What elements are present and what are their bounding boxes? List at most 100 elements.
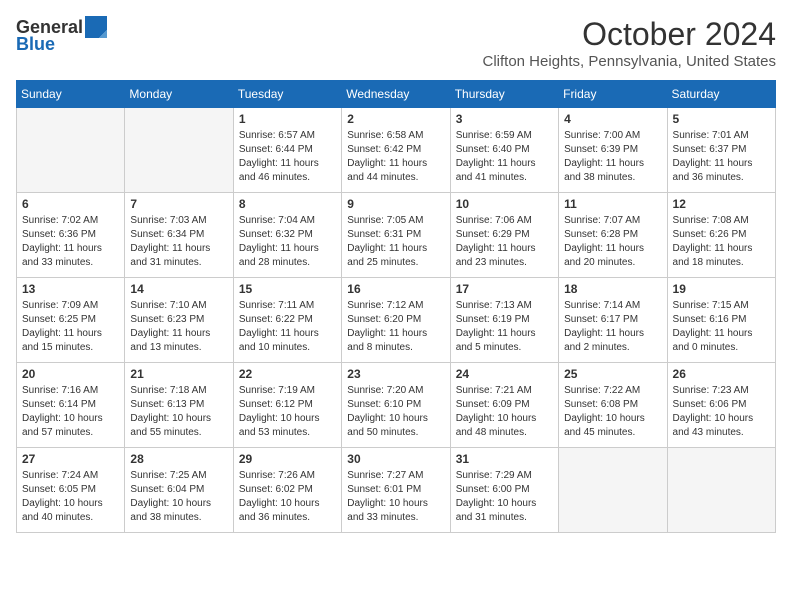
day-info: Sunrise: 7:02 AMSunset: 6:36 PMDaylight:… bbox=[22, 214, 119, 270]
calendar-week-row: 20 Sunrise: 7:16 AMSunset: 6:14 PMDayligh… bbox=[17, 363, 776, 448]
day-number: 7 bbox=[130, 197, 227, 211]
day-info: Sunrise: 7:03 AMSunset: 6:34 PMDaylight:… bbox=[130, 214, 227, 270]
calendar-cell: 10 Sunrise: 7:06 AMSunset: 6:29 PMDayligh… bbox=[450, 193, 558, 278]
calendar-cell: 11 Sunrise: 7:07 AMSunset: 6:28 PMDayligh… bbox=[559, 193, 667, 278]
calendar-cell: 2Sunrise: 6:58 AMSunset: 6:42 PMDaylight… bbox=[342, 108, 450, 193]
day-number: 4 bbox=[564, 112, 661, 126]
day-info: Sunrise: 7:24 AMSunset: 6:05 PMDaylight:… bbox=[22, 469, 119, 525]
day-info: Sunrise: 7:15 AMSunset: 6:16 PMDaylight:… bbox=[673, 299, 770, 355]
calendar-cell: 4 Sunrise: 7:00 AMSunset: 6:39 PMDaylight… bbox=[559, 108, 667, 193]
calendar-cell: 17 Sunrise: 7:13 AMSunset: 6:19 PMDayligh… bbox=[450, 278, 558, 363]
calendar-cell: 15 Sunrise: 7:11 AMSunset: 6:22 PMDayligh… bbox=[233, 278, 341, 363]
day-number: 31 bbox=[456, 452, 553, 466]
day-info: Sunrise: 7:00 AMSunset: 6:39 PMDaylight:… bbox=[564, 129, 661, 185]
weekday-header: Tuesday bbox=[233, 81, 341, 108]
day-number: 24 bbox=[456, 367, 553, 381]
day-number: 28 bbox=[130, 452, 227, 466]
calendar-cell: 28Sunrise: 7:25 AMSunset: 6:04 PMDayligh… bbox=[125, 448, 233, 533]
calendar-cell: 25 Sunrise: 7:22 AMSunset: 6:08 PMDayligh… bbox=[559, 363, 667, 448]
calendar-cell: 9 Sunrise: 7:05 AMSunset: 6:31 PMDaylight… bbox=[342, 193, 450, 278]
day-number: 11 bbox=[564, 197, 661, 211]
calendar-cell bbox=[125, 108, 233, 193]
day-number: 19 bbox=[673, 282, 770, 296]
day-info: Sunrise: 7:19 AMSunset: 6:12 PMDaylight:… bbox=[239, 384, 336, 440]
calendar-header: SundayMondayTuesdayWednesdayThursdayFrid… bbox=[17, 81, 776, 108]
day-number: 17 bbox=[456, 282, 553, 296]
calendar-cell: 5 Sunrise: 7:01 AMSunset: 6:37 PMDaylight… bbox=[667, 108, 775, 193]
calendar-cell: 12Sunrise: 7:08 AMSunset: 6:26 PMDayligh… bbox=[667, 193, 775, 278]
day-number: 23 bbox=[347, 367, 444, 381]
calendar-cell: 8 Sunrise: 7:04 AMSunset: 6:32 PMDaylight… bbox=[233, 193, 341, 278]
title-section: October 2024 Clifton Heights, Pennsylvan… bbox=[483, 16, 777, 70]
day-number: 1 bbox=[239, 112, 336, 126]
day-info: Sunrise: 7:27 AMSunset: 6:01 PMDaylight:… bbox=[347, 469, 444, 525]
day-number: 15 bbox=[239, 282, 336, 296]
day-number: 25 bbox=[564, 367, 661, 381]
day-number: 29 bbox=[239, 452, 336, 466]
day-info: Sunrise: 7:01 AMSunset: 6:37 PMDaylight:… bbox=[673, 129, 770, 185]
calendar-cell: 30 Sunrise: 7:27 AMSunset: 6:01 PMDayligh… bbox=[342, 448, 450, 533]
day-info: Sunrise: 6:58 AMSunset: 6:42 PMDaylight:… bbox=[347, 129, 444, 185]
calendar-cell: 14Sunrise: 7:10 AMSunset: 6:23 PMDayligh… bbox=[125, 278, 233, 363]
day-info: Sunrise: 7:11 AMSunset: 6:22 PMDaylight:… bbox=[239, 299, 336, 355]
weekday-header: Wednesday bbox=[342, 81, 450, 108]
calendar-cell: 18 Sunrise: 7:14 AMSunset: 6:17 PMDayligh… bbox=[559, 278, 667, 363]
day-number: 27 bbox=[22, 452, 119, 466]
logo-blue-text: Blue bbox=[16, 34, 55, 55]
day-number: 10 bbox=[456, 197, 553, 211]
day-info: Sunrise: 7:04 AMSunset: 6:32 PMDaylight:… bbox=[239, 214, 336, 270]
day-number: 3 bbox=[456, 112, 553, 126]
day-number: 20 bbox=[22, 367, 119, 381]
day-number: 6 bbox=[22, 197, 119, 211]
weekday-header: Friday bbox=[559, 81, 667, 108]
day-info: Sunrise: 6:59 AMSunset: 6:40 PMDaylight:… bbox=[456, 129, 553, 185]
page-header: General Blue October 2024 Clifton Height… bbox=[16, 16, 776, 70]
calendar-table: SundayMondayTuesdayWednesdayThursdayFrid… bbox=[16, 80, 776, 533]
day-number: 21 bbox=[130, 367, 227, 381]
day-info: Sunrise: 7:05 AMSunset: 6:31 PMDaylight:… bbox=[347, 214, 444, 270]
calendar-cell: 3 Sunrise: 6:59 AMSunset: 6:40 PMDaylight… bbox=[450, 108, 558, 193]
day-info: Sunrise: 7:10 AMSunset: 6:23 PMDaylight:… bbox=[130, 299, 227, 355]
calendar-cell: 21 Sunrise: 7:18 AMSunset: 6:13 PMDayligh… bbox=[125, 363, 233, 448]
day-info: Sunrise: 7:09 AMSunset: 6:25 PMDaylight:… bbox=[22, 299, 119, 355]
day-info: Sunrise: 7:18 AMSunset: 6:13 PMDaylight:… bbox=[130, 384, 227, 440]
calendar-week-row: 1 Sunrise: 6:57 AMSunset: 6:44 PMDaylight… bbox=[17, 108, 776, 193]
calendar-body: 1 Sunrise: 6:57 AMSunset: 6:44 PMDaylight… bbox=[17, 108, 776, 533]
calendar-cell: 6 Sunrise: 7:02 AMSunset: 6:36 PMDaylight… bbox=[17, 193, 125, 278]
logo-icon bbox=[85, 16, 107, 38]
calendar-cell bbox=[17, 108, 125, 193]
day-info: Sunrise: 7:16 AMSunset: 6:14 PMDaylight:… bbox=[22, 384, 119, 440]
calendar-cell: 31 Sunrise: 7:29 AMSunset: 6:00 PMDayligh… bbox=[450, 448, 558, 533]
calendar-cell bbox=[667, 448, 775, 533]
day-number: 22 bbox=[239, 367, 336, 381]
weekday-header: Sunday bbox=[17, 81, 125, 108]
calendar-cell: 26 Sunrise: 7:23 AMSunset: 6:06 PMDayligh… bbox=[667, 363, 775, 448]
calendar-cell: 16 Sunrise: 7:12 AMSunset: 6:20 PMDayligh… bbox=[342, 278, 450, 363]
day-info: Sunrise: 7:12 AMSunset: 6:20 PMDaylight:… bbox=[347, 299, 444, 355]
day-number: 30 bbox=[347, 452, 444, 466]
day-number: 9 bbox=[347, 197, 444, 211]
day-info: Sunrise: 6:57 AMSunset: 6:44 PMDaylight:… bbox=[239, 129, 336, 185]
day-number: 26 bbox=[673, 367, 770, 381]
day-info: Sunrise: 7:07 AMSunset: 6:28 PMDaylight:… bbox=[564, 214, 661, 270]
calendar-cell: 13Sunrise: 7:09 AMSunset: 6:25 PMDayligh… bbox=[17, 278, 125, 363]
day-info: Sunrise: 7:23 AMSunset: 6:06 PMDaylight:… bbox=[673, 384, 770, 440]
calendar-week-row: 27 Sunrise: 7:24 AMSunset: 6:05 PMDayligh… bbox=[17, 448, 776, 533]
day-info: Sunrise: 7:29 AMSunset: 6:00 PMDaylight:… bbox=[456, 469, 553, 525]
day-number: 5 bbox=[673, 112, 770, 126]
calendar-week-row: 6 Sunrise: 7:02 AMSunset: 6:36 PMDaylight… bbox=[17, 193, 776, 278]
weekday-header: Monday bbox=[125, 81, 233, 108]
day-info: Sunrise: 7:06 AMSunset: 6:29 PMDaylight:… bbox=[456, 214, 553, 270]
calendar-cell: 7 Sunrise: 7:03 AMSunset: 6:34 PMDaylight… bbox=[125, 193, 233, 278]
day-number: 8 bbox=[239, 197, 336, 211]
day-info: Sunrise: 7:14 AMSunset: 6:17 PMDaylight:… bbox=[564, 299, 661, 355]
day-info: Sunrise: 7:22 AMSunset: 6:08 PMDaylight:… bbox=[564, 384, 661, 440]
month-title: October 2024 bbox=[483, 16, 777, 53]
day-number: 18 bbox=[564, 282, 661, 296]
calendar-cell: 23Sunrise: 7:20 AMSunset: 6:10 PMDayligh… bbox=[342, 363, 450, 448]
weekday-header: Saturday bbox=[667, 81, 775, 108]
day-number: 16 bbox=[347, 282, 444, 296]
calendar-week-row: 13Sunrise: 7:09 AMSunset: 6:25 PMDayligh… bbox=[17, 278, 776, 363]
day-info: Sunrise: 7:13 AMSunset: 6:19 PMDaylight:… bbox=[456, 299, 553, 355]
calendar-cell: 22 Sunrise: 7:19 AMSunset: 6:12 PMDayligh… bbox=[233, 363, 341, 448]
